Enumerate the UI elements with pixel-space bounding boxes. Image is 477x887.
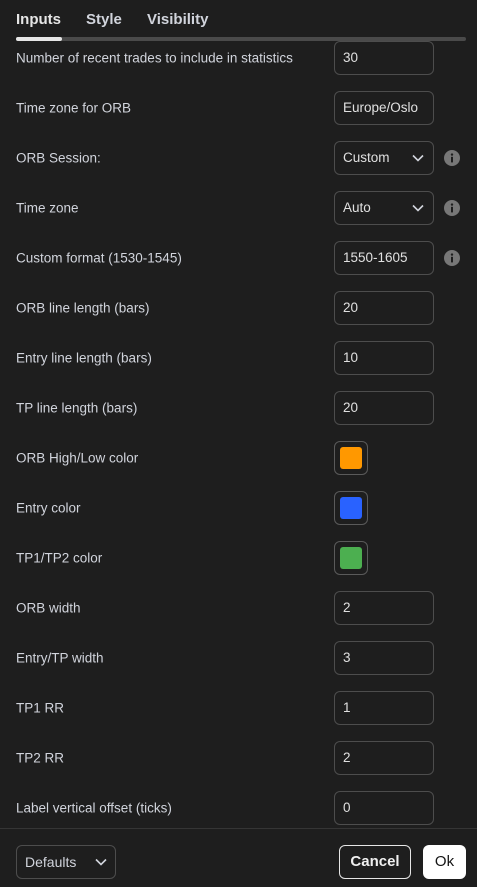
entry-tp-width-label: Entry/TP width — [16, 650, 104, 666]
entry-color-swatch — [340, 497, 362, 519]
entry-line-length-input[interactable]: 10 — [334, 341, 434, 375]
orb-color-picker[interactable] — [334, 441, 368, 475]
row-recent-trades: Number of recent trades to include in st… — [0, 33, 477, 83]
label-offset-label: Label vertical offset (ticks) — [16, 800, 172, 816]
defaults-label: Defaults — [25, 854, 77, 870]
recent-trades-label: Number of recent trades to include in st… — [16, 50, 293, 66]
row-orb-timezone: Time zone for ORB Europe/Oslo — [0, 83, 477, 133]
tp-color-swatch — [340, 547, 362, 569]
orb-timezone-input[interactable]: Europe/Oslo — [334, 91, 434, 125]
time-zone-label: Time zone — [16, 200, 79, 216]
ok-button[interactable]: Ok — [423, 845, 466, 879]
tp-color-label: TP1/TP2 color — [16, 550, 103, 566]
tp-line-length-label: TP line length (bars) — [16, 400, 138, 416]
orb-width-input[interactable]: 2 — [334, 591, 434, 625]
inputs-list: Number of recent trades to include in st… — [0, 33, 477, 833]
chevron-down-icon — [412, 154, 424, 162]
info-icon[interactable] — [444, 150, 460, 166]
entry-tp-width-input[interactable]: 3 — [334, 641, 434, 675]
tab-visibility[interactable]: Visibility — [147, 11, 208, 28]
cancel-button[interactable]: Cancel — [339, 845, 411, 879]
tp-line-length-input[interactable]: 20 — [334, 391, 434, 425]
defaults-dropdown[interactable]: Defaults — [16, 845, 116, 879]
tp-color-picker[interactable] — [334, 541, 368, 575]
orb-color-label: ORB High/Low color — [16, 450, 139, 466]
tab-inputs[interactable]: Inputs — [16, 11, 61, 28]
settings-dialog: Inputs Style Visibility Number of recent… — [0, 0, 477, 887]
orb-session-value: Custom — [343, 150, 390, 165]
orb-line-length-label: ORB line length (bars) — [16, 300, 150, 316]
time-zone-value: Auto — [343, 200, 371, 215]
chevron-down-icon — [412, 204, 424, 212]
tab-style[interactable]: Style — [86, 11, 122, 28]
custom-format-label: Custom format (1530-1545) — [16, 250, 182, 266]
footer-divider — [0, 828, 477, 829]
row-orb-color: ORB High/Low color — [0, 433, 477, 483]
label-offset-input[interactable]: 0 — [334, 791, 434, 825]
row-custom-format: Custom format (1530-1545) 1550-1605 — [0, 233, 477, 283]
row-entry-tp-width: Entry/TP width 3 — [0, 633, 477, 683]
info-icon[interactable] — [444, 250, 460, 266]
row-entry-color: Entry color — [0, 483, 477, 533]
row-orb-session: ORB Session: Custom — [0, 133, 477, 183]
orb-width-label: ORB width — [16, 600, 81, 616]
row-time-zone: Time zone Auto — [0, 183, 477, 233]
row-tp-line-length: TP line length (bars) 20 — [0, 383, 477, 433]
entry-color-picker[interactable] — [334, 491, 368, 525]
tp2-rr-label: TP2 RR — [16, 750, 65, 766]
orb-session-label: ORB Session: — [16, 150, 101, 166]
row-entry-line-length: Entry line length (bars) 10 — [0, 333, 477, 383]
tp1-rr-input[interactable]: 1 — [334, 691, 434, 725]
orb-session-select[interactable]: Custom — [334, 141, 434, 175]
row-tp2-rr: TP2 RR 2 — [0, 733, 477, 783]
info-icon[interactable] — [444, 200, 460, 216]
row-tp-color: TP1/TP2 color — [0, 533, 477, 583]
recent-trades-input[interactable]: 30 — [334, 41, 434, 75]
row-tp1-rr: TP1 RR 1 — [0, 683, 477, 733]
entry-color-label: Entry color — [16, 500, 81, 516]
row-label-offset: Label vertical offset (ticks) 0 — [0, 783, 477, 833]
row-orb-line-length: ORB line length (bars) 20 — [0, 283, 477, 333]
row-orb-width: ORB width 2 — [0, 583, 477, 633]
tp2-rr-input[interactable]: 2 — [334, 741, 434, 775]
chevron-down-icon — [95, 858, 107, 866]
orb-timezone-label: Time zone for ORB — [16, 100, 132, 116]
orb-color-swatch — [340, 447, 362, 469]
entry-line-length-label: Entry line length (bars) — [16, 350, 152, 366]
tp1-rr-label: TP1 RR — [16, 700, 65, 716]
time-zone-select[interactable]: Auto — [334, 191, 434, 225]
custom-format-input[interactable]: 1550-1605 — [334, 241, 434, 275]
orb-line-length-input[interactable]: 20 — [334, 291, 434, 325]
